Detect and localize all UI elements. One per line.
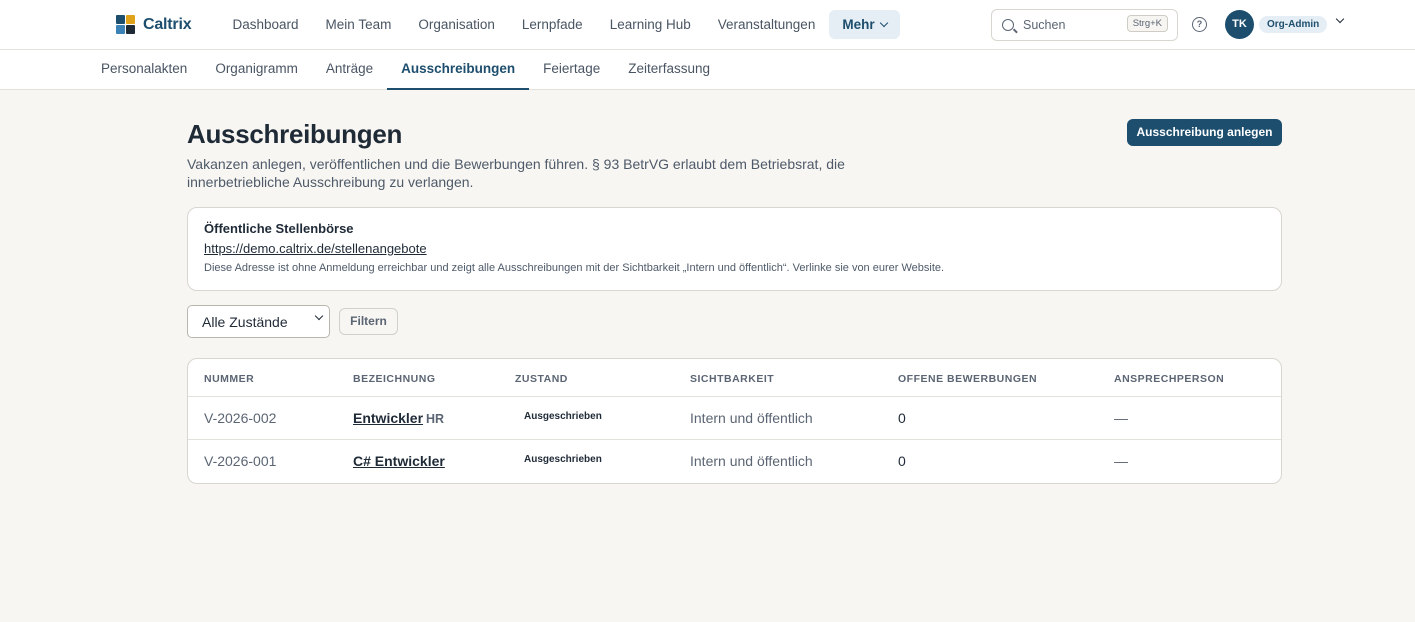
tab-organigramm[interactable]: Organigramm xyxy=(201,50,312,90)
page-title: Ausschreibungen xyxy=(187,119,403,149)
role-badge: Org-Admin xyxy=(1259,16,1328,33)
column-header-number: NUMMER xyxy=(204,373,255,385)
column-header-title: BEZEICHNUNG xyxy=(353,373,436,385)
job-board-link[interactable]: https://demo.caltrix.de/stellenangebote xyxy=(204,241,427,256)
open-applications-count: 0 xyxy=(898,453,906,469)
nav-dashboard[interactable]: Dashboard xyxy=(219,10,312,39)
vacancies-table: NUMMER BEZEICHNUNG ZUSTAND SICHTBARKEIT … xyxy=(187,358,1282,484)
open-applications-count: 0 xyxy=(898,410,906,426)
nav-more-label: Mehr xyxy=(842,17,875,32)
vacancy-visibility: Intern und öffentlich xyxy=(690,453,813,469)
top-bar: Caltrix Dashboard Mein Team Organisation… xyxy=(0,0,1415,50)
shortcut-hint: Strg+K xyxy=(1126,15,1168,32)
table-row: V-2026-001 C# Entwickler Ausgeschrieben … xyxy=(188,440,1281,483)
column-header-status: ZUSTAND xyxy=(515,373,568,385)
job-board-title: Öffentliche Stellenbörse xyxy=(204,221,354,236)
search-placeholder: Suchen xyxy=(1023,18,1066,32)
column-header-contact: ANSPRECHPERSON xyxy=(1114,373,1225,385)
nav-more-button[interactable]: Mehr xyxy=(828,10,901,39)
table-header: NUMMER BEZEICHNUNG ZUSTAND SICHTBARKEIT … xyxy=(188,359,1281,397)
filter-button[interactable]: Filtern xyxy=(339,308,398,335)
status-filter-select[interactable]: Alle Zustände xyxy=(187,305,330,338)
page-description: Vakanzen anlegen, veröffentlichen und di… xyxy=(187,156,845,190)
status-badge: Ausgeschrieben xyxy=(524,411,602,422)
table-row: V-2026-002 Entwickler HR Ausgeschrieben I… xyxy=(188,397,1281,440)
job-board-note: Diese Adresse ist ohne Anmeldung erreich… xyxy=(204,262,945,274)
logo[interactable]: Caltrix xyxy=(116,15,192,34)
sub-nav: Personalakten Organigramm Anträge Aussch… xyxy=(0,50,1415,90)
tab-ausschreibungen[interactable]: Ausschreibungen xyxy=(387,50,530,90)
tab-zeiterfassung[interactable]: Zeiterfassung xyxy=(614,50,724,90)
nav-lernpfade[interactable]: Lernpfade xyxy=(508,10,596,39)
vacancy-visibility: Intern und öffentlich xyxy=(690,410,813,426)
search-input[interactable]: Suchen Strg+K xyxy=(991,9,1178,41)
logo-icon xyxy=(116,15,135,34)
vacancy-title-link[interactable]: C# Entwickler xyxy=(353,453,445,469)
tab-personalakten[interactable]: Personalakten xyxy=(87,50,201,90)
avatar[interactable]: TK xyxy=(1225,10,1254,39)
nav-mein-team[interactable]: Mein Team xyxy=(312,10,405,39)
vacancy-title-cell: Entwickler HR xyxy=(353,410,444,426)
contact-person: — xyxy=(1114,410,1128,426)
job-board-card: Öffentliche Stellenbörse https://demo.ca… xyxy=(187,207,1282,291)
nav-veranstaltungen[interactable]: Veranstaltungen xyxy=(704,10,829,39)
vacancy-title-link[interactable]: Entwickler xyxy=(353,410,423,426)
contact-person: — xyxy=(1114,453,1128,469)
nav-learning-hub[interactable]: Learning Hub xyxy=(596,10,704,39)
create-vacancy-button[interactable]: Ausschreibung anlegen xyxy=(1127,119,1282,146)
vacancy-department: HR xyxy=(426,412,445,426)
app-name: Caltrix xyxy=(143,15,192,33)
chevron-down-icon xyxy=(879,18,888,28)
vacancy-title-cell: C# Entwickler xyxy=(353,453,445,469)
user-menu-chevron-icon[interactable] xyxy=(1335,14,1345,24)
vacancy-number: V-2026-001 xyxy=(204,453,277,469)
status-filter-value: Alle Zustände xyxy=(202,314,288,330)
vacancy-number: V-2026-002 xyxy=(204,410,277,426)
column-header-visibility: SICHTBARKEIT xyxy=(690,373,775,385)
status-badge: Ausgeschrieben xyxy=(524,454,602,465)
tab-feiertage[interactable]: Feiertage xyxy=(529,50,614,90)
column-header-open-applications: OFFENE BEWERBUNGEN xyxy=(898,373,1038,385)
tab-antraege[interactable]: Anträge xyxy=(312,50,387,90)
nav-organisation[interactable]: Organisation xyxy=(405,10,509,39)
main-nav: Dashboard Mein Team Organisation Lernpfa… xyxy=(219,10,901,39)
search-icon xyxy=(1002,19,1014,31)
chevron-down-icon xyxy=(314,311,324,321)
help-icon[interactable]: ? xyxy=(1192,17,1207,32)
